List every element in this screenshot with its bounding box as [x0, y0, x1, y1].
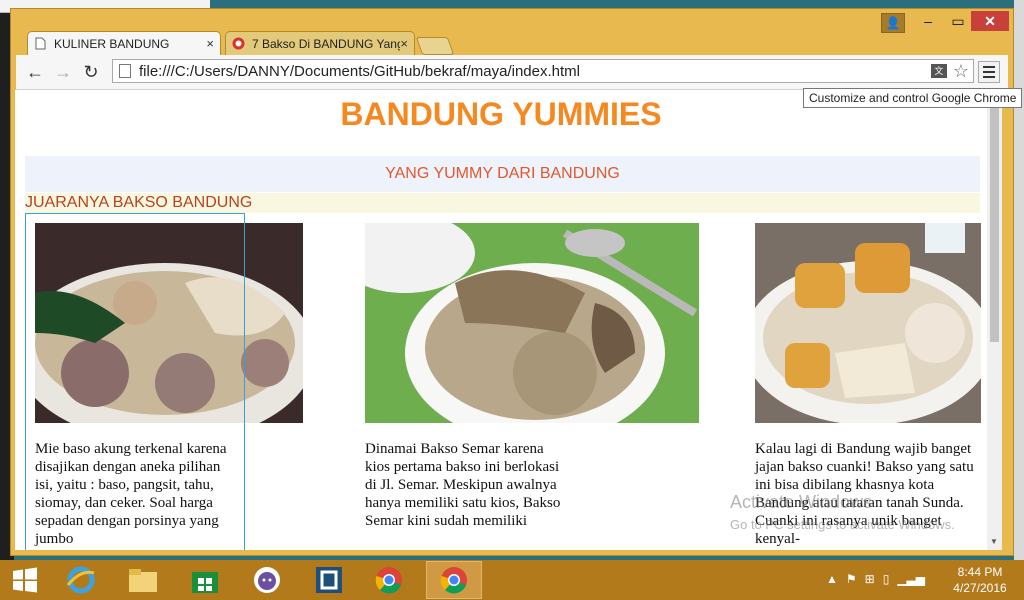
- card-description: Mie baso akung terkenal karena disajikan…: [35, 441, 227, 547]
- tab-kuliner-bandung[interactable]: KULINER BANDUNG ×: [27, 31, 221, 55]
- card-description: Dinamai Bakso Semar karena kios pertama …: [365, 441, 561, 529]
- page-viewport: BANDUNG YUMMIES YANG YUMMY DARI BANDUNG …: [15, 90, 987, 550]
- page-icon: [35, 37, 46, 50]
- new-tab-button[interactable]: [415, 37, 455, 55]
- address-bar[interactable]: file:///C:/Users/DANNY/Documents/GitHub/…: [112, 59, 974, 83]
- bakso-card: Mie baso akung terkenal karena disajikan…: [35, 223, 303, 548]
- action-center-flag-icon[interactable]: ⚑: [846, 572, 857, 586]
- tab-strip: KULINER BANDUNG × 7 Bakso Di BANDUNG Yan…: [11, 9, 1013, 55]
- file-explorer-icon[interactable]: [120, 561, 166, 599]
- system-tray: ▲ ⚑ ⊞ ▯ ▁▃▅: [826, 572, 925, 586]
- bakso-photo: [755, 223, 981, 423]
- network-signal-icon[interactable]: ▁▃▅: [897, 572, 925, 586]
- browser-toolbar: ← → ↻ file:///C:/Users/DANNY/Documents/G…: [16, 55, 1008, 90]
- minimize-button[interactable]: –: [911, 11, 945, 31]
- chrome-menu-button[interactable]: [978, 61, 1000, 83]
- url-text[interactable]: file:///C:/Users/DANNY/Documents/GitHub/…: [139, 63, 931, 80]
- maximize-button[interactable]: ▭: [941, 11, 975, 31]
- internet-explorer-icon[interactable]: [58, 561, 104, 599]
- section-heading: JUARANYA BAKSO BANDUNG: [25, 193, 980, 213]
- windows-icon[interactable]: ⊞: [865, 572, 875, 586]
- chrome-active-icon[interactable]: [426, 561, 482, 599]
- start-button[interactable]: [2, 561, 48, 599]
- translate-icon[interactable]: 文: [930, 64, 947, 78]
- close-tab-icon[interactable]: ×: [400, 36, 408, 51]
- power-icon[interactable]: ▯: [883, 572, 890, 586]
- chrome-icon[interactable]: [366, 561, 412, 599]
- bakso-card: Dinamai Bakso Semar karena kios pertama …: [365, 223, 699, 530]
- site-favicon-icon: [232, 37, 245, 50]
- forward-arrow-icon[interactable]: →: [52, 61, 74, 83]
- windows-logo-icon: [13, 567, 37, 593]
- activate-windows-hint: Go to PC settings to activate Windows.: [730, 517, 955, 532]
- close-window-button[interactable]: ✕: [971, 11, 1009, 31]
- user-profile-icon[interactable]: 👤: [881, 13, 905, 33]
- clock-time: 8:44 PM: [957, 565, 1003, 579]
- taskbar: ▲ ⚑ ⊞ ▯ ▁▃▅ 8:44 PM 4/27/2016: [0, 560, 1024, 600]
- tab-label: KULINER BANDUNG: [54, 36, 170, 51]
- store-icon[interactable]: [182, 561, 228, 599]
- close-tab-icon[interactable]: ×: [206, 36, 214, 51]
- activate-windows-watermark: Activate Windows: [730, 492, 873, 512]
- menu-tooltip: Customize and control Google Chrome: [803, 88, 1023, 108]
- show-hidden-icons-icon[interactable]: ▲: [826, 572, 838, 586]
- tab-bakso-article[interactable]: 7 Bakso Di BANDUNG Yang ×: [225, 31, 415, 55]
- vertical-scrollbar[interactable]: ▲ ▼: [987, 90, 1002, 550]
- desktop-background-right: [1014, 0, 1024, 560]
- file-page-icon: [119, 64, 131, 78]
- scrollbar-thumb[interactable]: [990, 106, 999, 342]
- taskbar-clock[interactable]: 8:44 PM 4/27/2016: [948, 564, 1012, 596]
- bakso-photo: [35, 223, 303, 423]
- back-arrow-icon[interactable]: ←: [24, 61, 46, 83]
- scroll-down-arrow-icon[interactable]: ▼: [990, 537, 998, 546]
- reload-icon[interactable]: ↻: [80, 61, 102, 83]
- clock-date: 4/27/2016: [953, 581, 1007, 595]
- tab-label: 7 Bakso Di BANDUNG Yang: [252, 36, 401, 51]
- bakso-photo: [365, 223, 699, 423]
- subtitle-bar: YANG YUMMY DARI BANDUNG: [25, 156, 980, 192]
- github-cat-icon[interactable]: [244, 561, 290, 599]
- bookmark-star-icon[interactable]: ☆: [953, 61, 969, 82]
- editor-app-icon[interactable]: [306, 561, 352, 599]
